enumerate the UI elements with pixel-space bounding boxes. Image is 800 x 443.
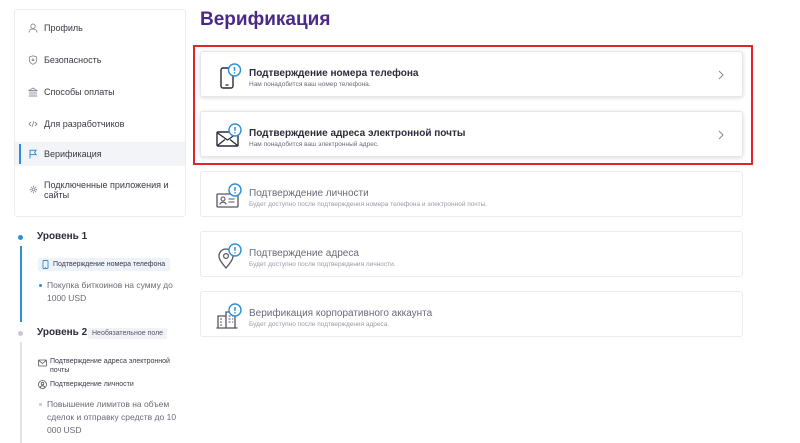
requirement-label: Подтверждение адреса электронной почты: [50, 358, 170, 374]
phone-icon: [41, 260, 50, 269]
nav-item-connected-apps[interactable]: Подключенные приложения и сайты: [15, 180, 185, 202]
nav-item-label: Подключенные приложения и сайты: [44, 180, 169, 200]
card-subtitle: Будет доступно после подтверждения номер…: [249, 201, 488, 208]
level-1-dot: [18, 235, 23, 240]
user-circle-icon: [38, 380, 47, 389]
card-subtitle: Будет доступно после подтверждения лично…: [249, 261, 396, 268]
verify-address-card[interactable]: Подтверждение адреса Будет доступно посл…: [200, 231, 743, 277]
level-2-requirement-email: Подтверждение адреса электронной почты: [38, 357, 178, 375]
nav-item-label: Способы оплаты: [44, 87, 115, 97]
user-icon: [27, 22, 39, 34]
card-title: Подтверждение адреса: [249, 248, 359, 259]
nav-item-payment-methods[interactable]: Способы оплаты: [15, 84, 185, 100]
page-title: Верификация: [200, 9, 331, 30]
mail-icon: [38, 359, 47, 368]
code-icon: [27, 118, 39, 130]
id-card-icon: [215, 182, 243, 210]
nav-item-label: Профиль: [44, 23, 83, 33]
verify-identity-card[interactable]: Подтверждение личности Будет доступно по…: [200, 171, 743, 217]
level-2-title: Уровень 2: [37, 327, 88, 338]
nav-item-label: Для разработчиков: [44, 119, 125, 129]
level-2-requirement-identity: Подтверждение личности: [38, 380, 134, 389]
level-2-line: [20, 342, 22, 443]
highlight-box: [193, 45, 753, 165]
shield-icon: [27, 54, 39, 66]
nav-item-label: Безопасность: [44, 55, 102, 65]
flag-icon: [27, 148, 39, 160]
nav-item-developers[interactable]: Для разработчиков: [15, 116, 185, 132]
nav-item-label: Верификация: [44, 149, 102, 159]
requirement-label: Подтверждение номера телефона: [53, 261, 166, 268]
bank-icon: [27, 86, 39, 98]
level-2-dot: [18, 331, 23, 336]
nav-item-profile[interactable]: Профиль: [15, 20, 185, 36]
level-1-requirement: Подтверждение номера телефона: [38, 258, 171, 271]
building-icon: [215, 302, 243, 330]
level-1-line: [20, 246, 22, 322]
location-icon: [215, 242, 243, 270]
card-title: Верификация корпоративного аккаунта: [249, 308, 433, 319]
card-subtitle: Будет доступно после подтверждения адрес…: [249, 321, 390, 328]
level-1-title: Уровень 1: [37, 231, 88, 242]
nav-item-verification[interactable]: Верификация: [15, 142, 185, 166]
card-title: Подтверждение личности: [249, 188, 369, 199]
gear-icon: [27, 183, 39, 195]
optional-badge: Необязательное поле: [88, 328, 168, 339]
verify-corporate-card[interactable]: Верификация корпоративного аккаунта Буде…: [200, 291, 743, 337]
nav-item-security[interactable]: Безопасность: [15, 52, 185, 68]
requirement-label: Подтверждение личности: [50, 381, 134, 388]
level-2-benefit: Повышение лимитов на объем сделок и отпр…: [37, 398, 182, 437]
settings-nav: Профиль Безопасность Способы оплаты Для …: [14, 9, 186, 217]
level-1-benefit: Покупка биткоинов на сумму до 1000 USD: [37, 279, 182, 305]
